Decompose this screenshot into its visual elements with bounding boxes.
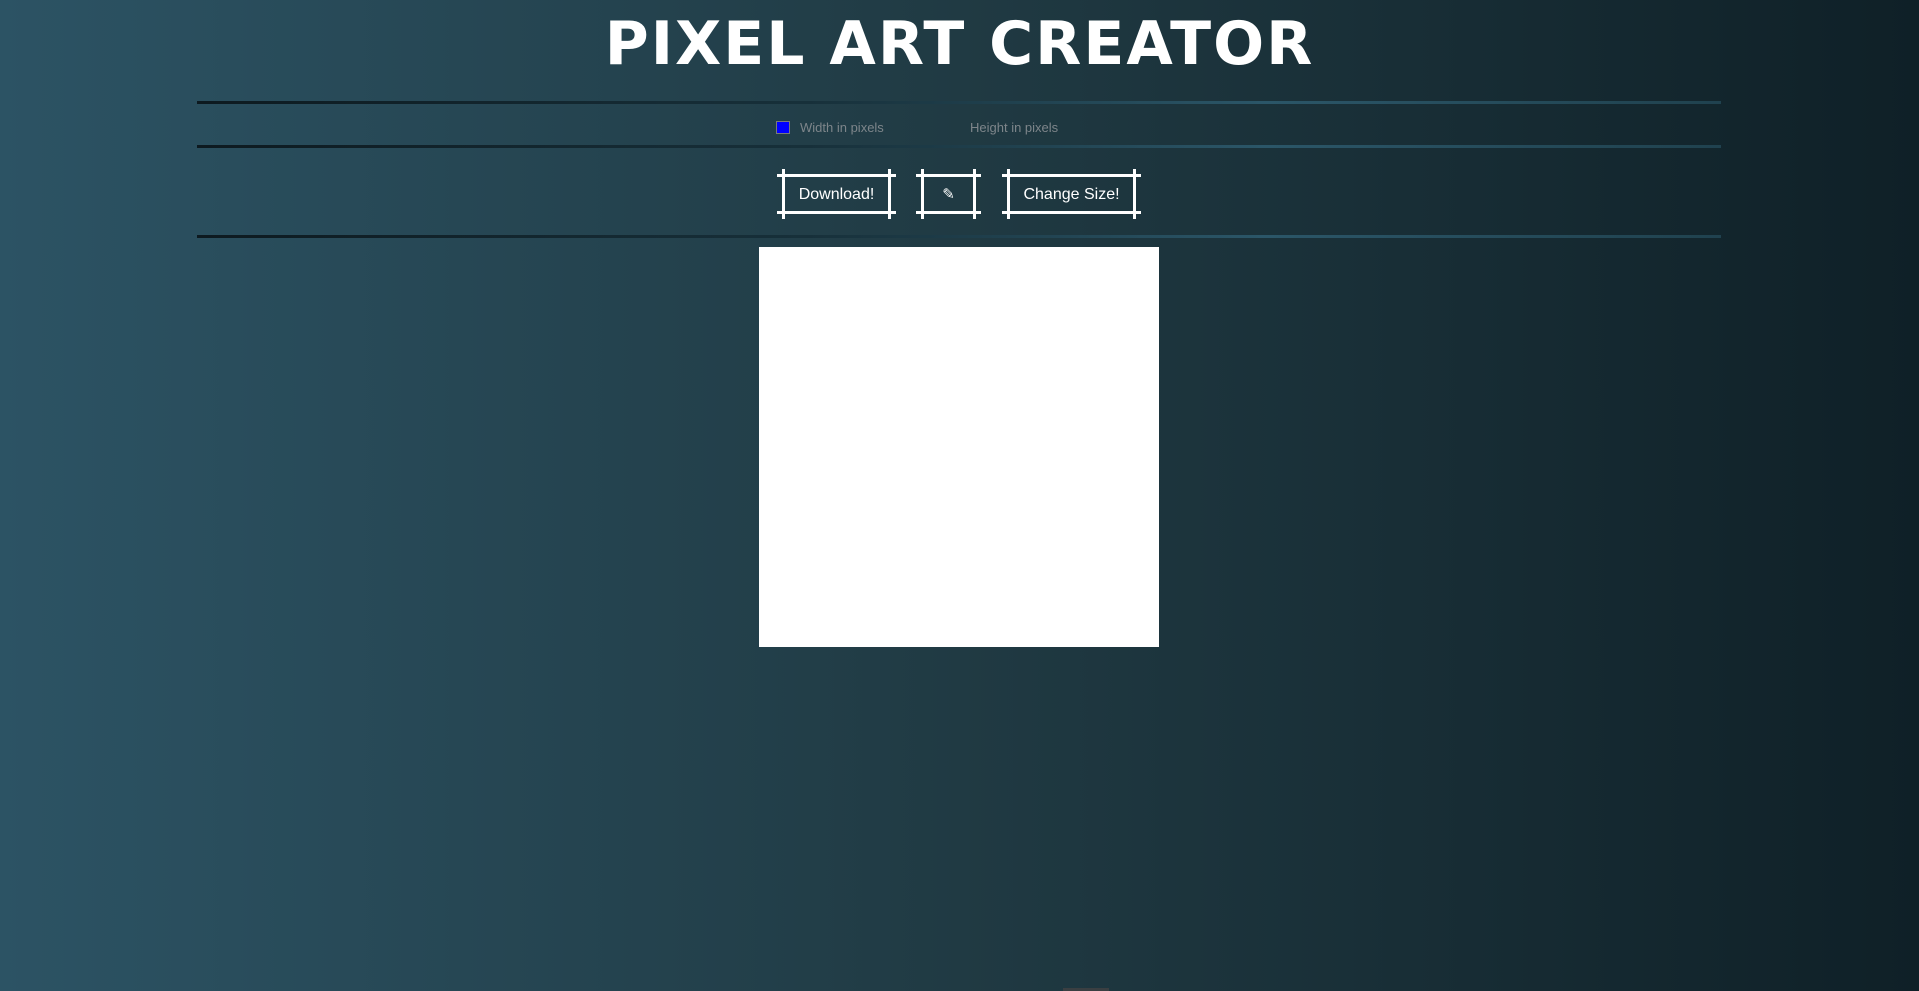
eraser-icon: ✎ bbox=[942, 186, 955, 203]
download-button[interactable]: Download! bbox=[777, 169, 896, 219]
color-picker[interactable] bbox=[776, 120, 790, 134]
size-settings bbox=[776, 117, 1140, 137]
download-label: Download! bbox=[798, 186, 875, 203]
pixel-canvas[interactable] bbox=[759, 247, 1159, 647]
width-input[interactable] bbox=[800, 119, 970, 135]
eraser-button[interactable]: ✎ bbox=[916, 169, 981, 219]
divider-middle bbox=[197, 145, 1721, 148]
change-size-button[interactable]: Change Size! bbox=[1002, 169, 1141, 219]
divider-bottom bbox=[197, 235, 1721, 238]
page-title: PIXEL ART CREATOR bbox=[604, 9, 1315, 79]
change-size-label: Change Size! bbox=[1023, 186, 1120, 203]
divider-top bbox=[197, 101, 1721, 104]
height-input[interactable] bbox=[970, 119, 1140, 135]
